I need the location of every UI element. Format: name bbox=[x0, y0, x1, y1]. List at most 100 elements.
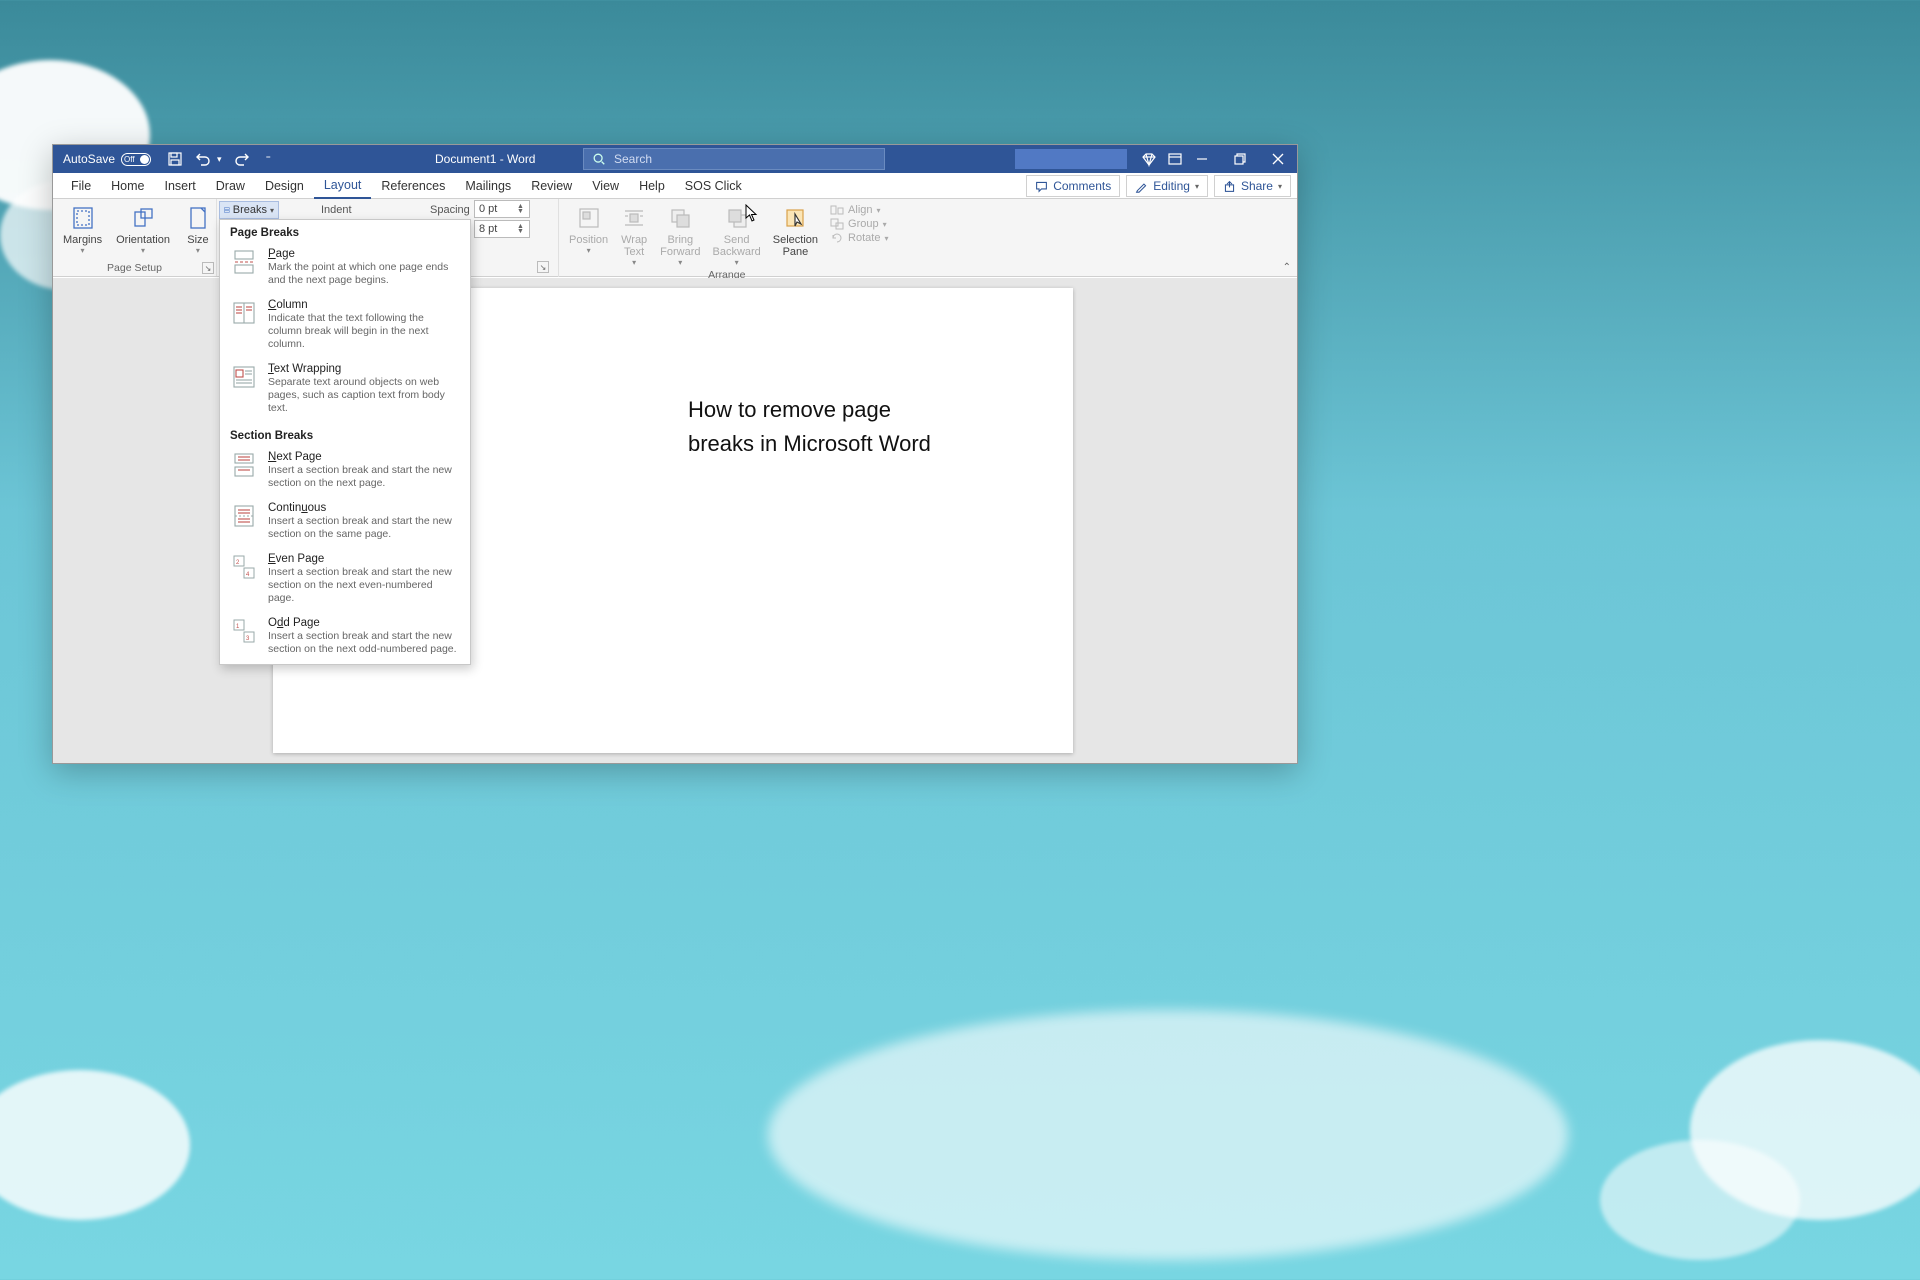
share-icon bbox=[1223, 180, 1236, 193]
search-input[interactable]: Search bbox=[583, 148, 885, 170]
search-icon bbox=[592, 152, 606, 166]
redo-icon[interactable] bbox=[234, 151, 250, 167]
paragraph-spacing-group: 0 pt▲▼ 8 pt▲▼ bbox=[474, 200, 546, 240]
bring-forward-button: Bring Forward bbox=[656, 202, 704, 269]
even-page-break-icon: 24 bbox=[230, 553, 258, 581]
tab-insert[interactable]: Insert bbox=[155, 173, 206, 199]
spinner-arrows-icon: ▲▼ bbox=[517, 224, 525, 234]
share-button[interactable]: Share ▾ bbox=[1214, 175, 1291, 197]
tab-help[interactable]: Help bbox=[629, 173, 675, 199]
continuous-break-icon bbox=[230, 502, 258, 530]
selection-pane-button[interactable]: Selection Pane bbox=[769, 202, 822, 269]
diamond-icon[interactable] bbox=[1141, 151, 1157, 167]
break-option-column[interactable]: ColumnIndicate that the text following t… bbox=[220, 295, 470, 359]
pencil-icon bbox=[1135, 180, 1148, 193]
chevron-down-icon bbox=[678, 258, 682, 267]
search-placeholder: Search bbox=[614, 152, 652, 166]
chevron-down-icon bbox=[81, 246, 85, 255]
page-break-icon bbox=[230, 248, 258, 276]
breaks-button[interactable]: Breaks bbox=[219, 201, 279, 219]
chevron-down-icon bbox=[735, 258, 739, 267]
tab-view[interactable]: View bbox=[582, 173, 629, 199]
tab-references[interactable]: References bbox=[371, 173, 455, 199]
app-window: AutoSave Off ▾ ⁼ Document1 - Word Search bbox=[52, 144, 1298, 764]
tab-layout[interactable]: Layout bbox=[314, 173, 372, 199]
toggle-off-icon: Off bbox=[121, 153, 151, 166]
maximize-button[interactable] bbox=[1221, 145, 1259, 173]
save-icon[interactable] bbox=[167, 151, 183, 167]
dialog-launcher-icon[interactable]: ↘ bbox=[202, 262, 214, 274]
chevron-down-icon bbox=[196, 246, 200, 255]
chevron-down-icon bbox=[632, 258, 636, 267]
break-title: Odd Page bbox=[268, 617, 460, 629]
mouse-cursor-icon bbox=[745, 204, 759, 227]
spinner-arrows-icon: ▲▼ bbox=[517, 204, 525, 214]
dialog-launcher-icon[interactable]: ↘ bbox=[537, 261, 549, 273]
next-page-break-icon bbox=[230, 451, 258, 479]
spacing-label: Spacing bbox=[430, 204, 470, 216]
break-title: Text Wrapping bbox=[268, 363, 460, 375]
ribbon: Margins Orientation Size Columns Page Se… bbox=[53, 199, 1297, 277]
break-title: Even Page bbox=[268, 553, 460, 565]
close-button[interactable] bbox=[1259, 145, 1297, 173]
align-button: Align ▾ bbox=[830, 204, 888, 216]
break-title: Column bbox=[268, 299, 460, 311]
chevron-down-icon: ▾ bbox=[1195, 182, 1199, 191]
wrap-text-icon bbox=[620, 204, 648, 232]
break-title: Page bbox=[268, 248, 460, 260]
ribbon-display-icon[interactable] bbox=[1167, 151, 1183, 167]
odd-page-break-icon: 13 bbox=[230, 617, 258, 645]
chevron-down-icon bbox=[587, 246, 591, 255]
qat-customize-icon[interactable]: ⁼ bbox=[266, 154, 271, 165]
rotate-button: Rotate ▾ bbox=[830, 232, 888, 244]
break-option-page[interactable]: PageMark the point at which one page end… bbox=[220, 244, 470, 295]
undo-icon[interactable] bbox=[195, 151, 211, 167]
breaks-dropdown: Page Breaks PageMark the point at which … bbox=[219, 219, 471, 665]
tab-home[interactable]: Home bbox=[101, 173, 154, 199]
text-wrapping-break-icon bbox=[230, 363, 258, 391]
account-area[interactable] bbox=[1015, 149, 1127, 169]
group-icon bbox=[830, 218, 844, 230]
tab-review[interactable]: Review bbox=[521, 173, 582, 199]
collapse-ribbon-button[interactable]: ⌃ bbox=[1283, 262, 1291, 273]
indent-label: Indent bbox=[321, 204, 352, 216]
position-button: Position bbox=[565, 202, 612, 269]
undo-dropdown-icon[interactable]: ▾ bbox=[217, 154, 222, 165]
break-option-text-wrapping[interactable]: Text WrappingSeparate text around object… bbox=[220, 359, 470, 423]
break-option-continuous[interactable]: ContinuousInsert a section break and sta… bbox=[220, 498, 470, 549]
orientation-button[interactable]: Orientation bbox=[112, 202, 174, 257]
wrap-text-button: Wrap Text bbox=[616, 202, 652, 269]
rotate-icon bbox=[830, 232, 844, 244]
document-text[interactable]: How to remove page breaks in Microsoft W… bbox=[688, 393, 931, 461]
column-break-icon bbox=[230, 299, 258, 327]
comments-button[interactable]: Comments bbox=[1026, 175, 1120, 197]
margins-button[interactable]: Margins bbox=[59, 202, 106, 257]
chevron-down-icon bbox=[141, 246, 145, 255]
tab-design[interactable]: Design bbox=[255, 173, 314, 199]
spacing-before-input[interactable]: 0 pt▲▼ bbox=[474, 200, 530, 218]
bring-forward-icon bbox=[666, 204, 694, 232]
position-icon bbox=[575, 204, 603, 232]
editing-button[interactable]: Editing ▾ bbox=[1126, 175, 1208, 197]
align-icon bbox=[830, 204, 844, 216]
svg-text:4: 4 bbox=[246, 572, 250, 578]
tab-draw[interactable]: Draw bbox=[206, 173, 255, 199]
tab-sosclick[interactable]: SOS Click bbox=[675, 173, 752, 199]
document-title: Document1 - Word bbox=[435, 152, 535, 166]
autosave-toggle[interactable]: AutoSave Off bbox=[53, 152, 161, 166]
dropdown-header-section-breaks: Section Breaks bbox=[220, 423, 470, 447]
minimize-button[interactable] bbox=[1183, 145, 1221, 173]
break-option-next-page[interactable]: Next PageInsert a section break and star… bbox=[220, 447, 470, 498]
break-title: Continuous bbox=[268, 502, 460, 514]
arrange-group: Position Wrap Text Bring Forward Send Ba… bbox=[558, 199, 894, 277]
ribbon-tabs: File Home Insert Draw Design Layout Refe… bbox=[53, 173, 1297, 199]
spacing-after-input[interactable]: 8 pt▲▼ bbox=[474, 220, 530, 238]
tab-mailings[interactable]: Mailings bbox=[455, 173, 521, 199]
tab-file[interactable]: File bbox=[61, 173, 101, 199]
decor-cloud bbox=[768, 1010, 1568, 1260]
group-objects-button: Group ▾ bbox=[830, 218, 888, 230]
decor-cloud bbox=[1600, 1140, 1800, 1260]
break-option-odd-page[interactable]: 13 Odd PageInsert a section break and st… bbox=[220, 613, 470, 664]
size-button[interactable]: Size bbox=[180, 202, 216, 257]
break-option-even-page[interactable]: 24 Even PageInsert a section break and s… bbox=[220, 549, 470, 613]
